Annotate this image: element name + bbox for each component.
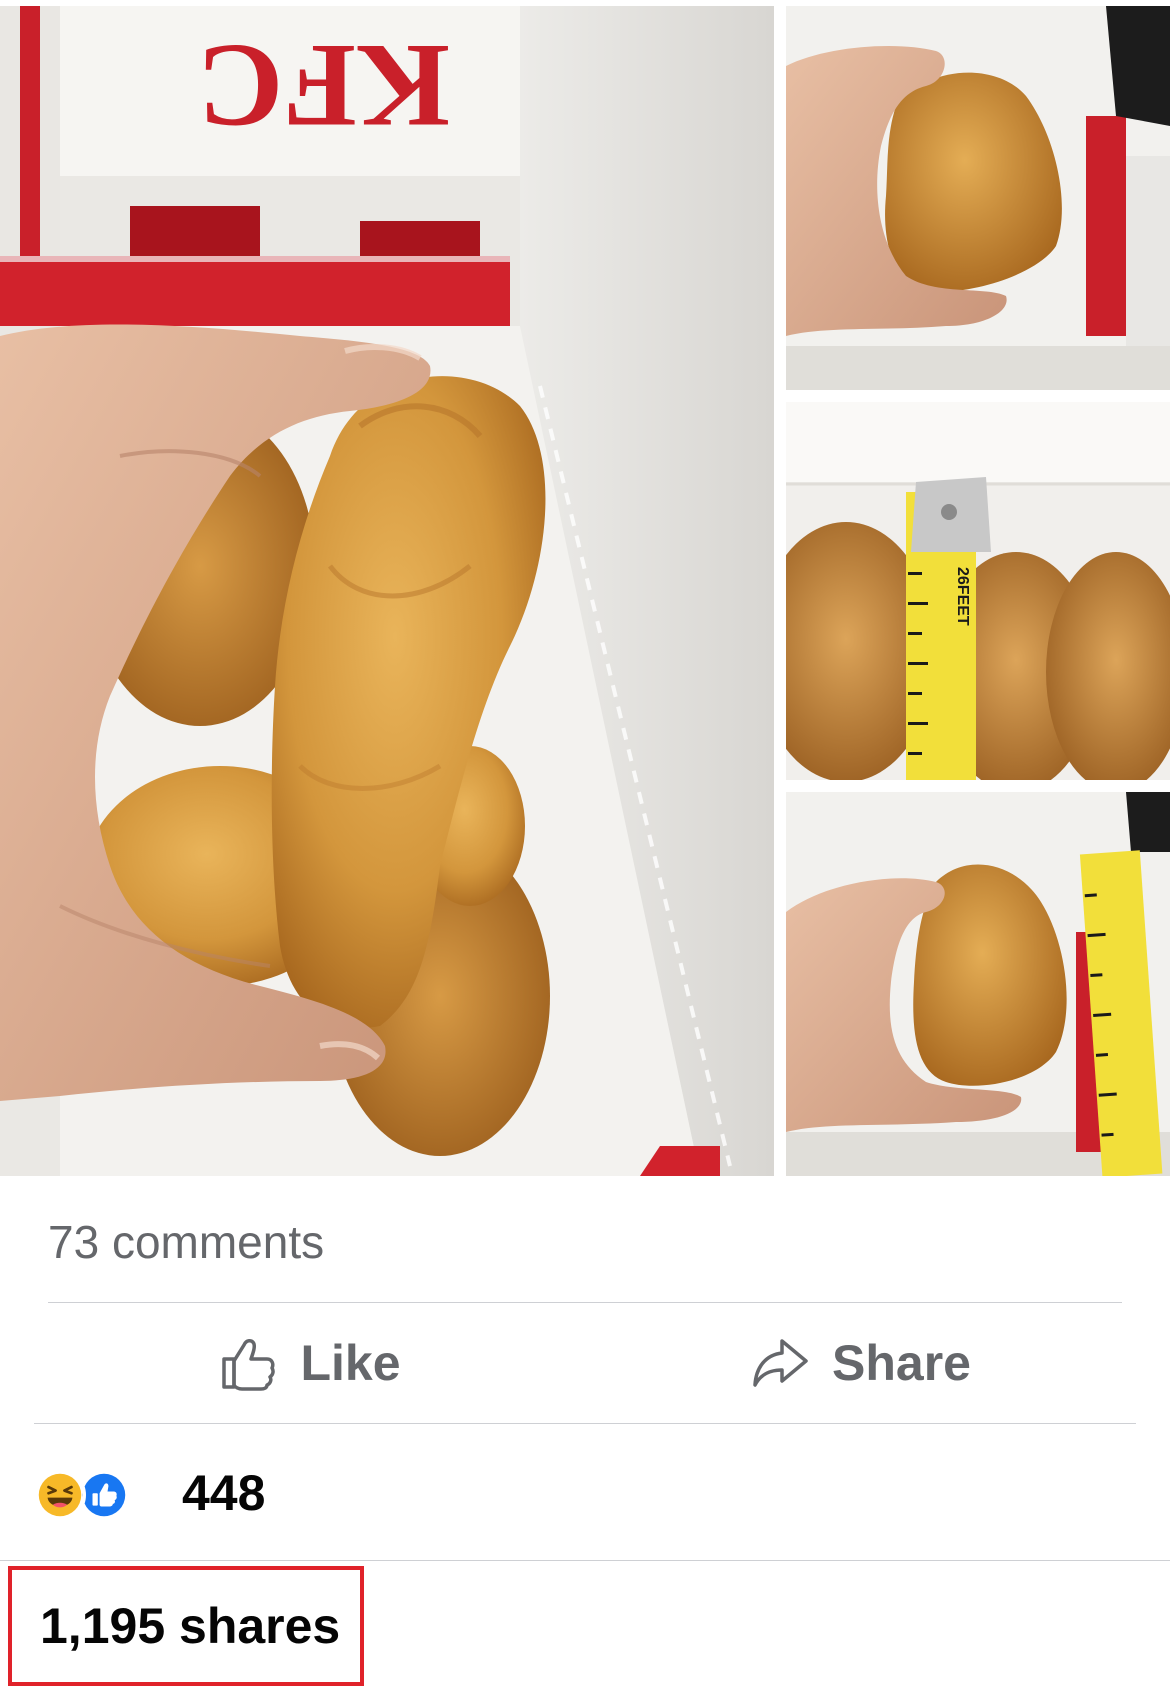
- divider: [0, 1560, 1170, 1561]
- like-label: Like: [300, 1335, 401, 1391]
- shares-highlight-box: 1,195 shares: [8, 1566, 364, 1686]
- action-bar: Like Share: [34, 1303, 1136, 1423]
- share-label: Share: [832, 1335, 971, 1391]
- photo-grid: KFC 26FEET: [0, 0, 1170, 1176]
- shares-count[interactable]: 1,195 shares: [40, 1597, 340, 1655]
- tape-brand-text: 26FEET: [954, 567, 971, 626]
- main-photo[interactable]: KFC: [0, 6, 774, 1176]
- side-photo-2[interactable]: 26FEET: [786, 402, 1170, 780]
- reaction-icons: [34, 1465, 134, 1521]
- like-button[interactable]: Like: [34, 1303, 585, 1423]
- share-button[interactable]: Share: [585, 1303, 1136, 1423]
- reaction-count: 448: [182, 1465, 266, 1521]
- kfc-logo-text: KFC: [197, 20, 450, 153]
- comments-count[interactable]: 73 comments: [48, 1215, 324, 1269]
- divider: [34, 1423, 1136, 1424]
- haha-icon: [34, 1469, 86, 1521]
- share-arrow-icon: [753, 1339, 808, 1387]
- comments-row[interactable]: 73 comments: [48, 1212, 324, 1272]
- side-photo-1[interactable]: [786, 6, 1170, 390]
- side-photo-3[interactable]: [786, 792, 1170, 1176]
- thumbs-up-icon: [222, 1339, 276, 1391]
- reactions-summary[interactable]: 448: [34, 1458, 265, 1528]
